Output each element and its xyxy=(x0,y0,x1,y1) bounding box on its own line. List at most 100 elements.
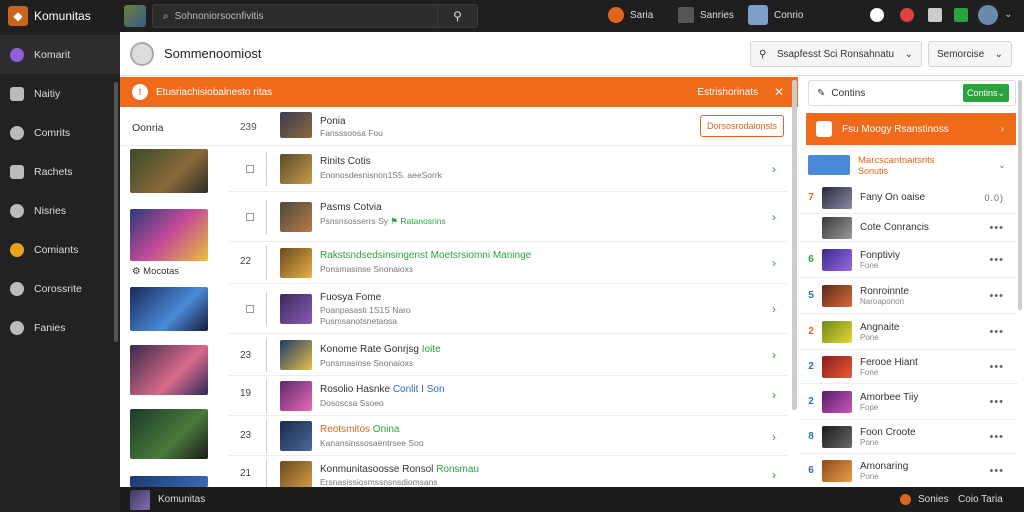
chevron-right-icon[interactable]: › xyxy=(772,162,776,176)
featured-thumb[interactable] xyxy=(130,149,208,193)
more-icon[interactable]: ••• xyxy=(989,465,1004,477)
list-item[interactable]: Pasms Cotvia Psnsnsosserrs Sy ⚑ Ratanosr… xyxy=(228,192,788,242)
edit-icon[interactable]: ✎ xyxy=(817,88,825,99)
game-thumb xyxy=(280,248,312,278)
game-thumb xyxy=(280,202,312,232)
list-item[interactable]: Fuosya Fome Poanpasasti 1S1S Naro Pusmsa… xyxy=(228,284,788,334)
chevron-right-icon[interactable]: › xyxy=(772,256,776,270)
sidebar-item-fanies[interactable]: Fanies xyxy=(0,308,120,347)
ranking-thumb xyxy=(822,248,852,271)
alert-icon[interactable] xyxy=(900,8,914,22)
bottom-link[interactable]: Coio Taria xyxy=(958,494,1003,505)
sidebar-item-naitiy[interactable]: Naitiy xyxy=(0,74,120,113)
featured-card[interactable]: Marcscantnaitsrits Sonutis ⌄ xyxy=(806,150,1016,180)
chevron-right-icon[interactable]: › xyxy=(772,468,776,482)
ranking-item[interactable]: 2 Amorbee Tiiy Fope ••• xyxy=(800,384,1018,420)
ranking-item[interactable]: 7 Fany On oaise 0.0) xyxy=(800,182,1018,214)
list-item[interactable]: 22 Rakstsndsedsinsingenst Moetsrsiomni M… xyxy=(228,242,788,284)
bottom-bar: Komunitas Sonies Coio Taria xyxy=(0,487,1024,512)
bottom-link[interactable]: Sonies xyxy=(918,494,949,505)
row-checkbox[interactable] xyxy=(246,213,254,221)
ranking-number: 2 xyxy=(808,326,814,337)
app-logo[interactable]: ◆ Komunitas xyxy=(0,6,124,26)
ranking-item[interactable]: 6 Amonaring Pone ••• xyxy=(800,454,1018,487)
notification-icon[interactable] xyxy=(870,8,884,22)
row-title: Rinits Cotis xyxy=(320,156,371,167)
ranking-item[interactable]: 2 Ferooe Hiant Fone ••• xyxy=(800,350,1018,384)
featured-thumb[interactable] xyxy=(130,476,208,487)
promo-banner[interactable]: Fsu Moogy Rsanstinoss › xyxy=(806,113,1016,145)
sidebar-item-label: Comrits xyxy=(34,126,71,139)
list-scrollbar[interactable] xyxy=(792,80,797,410)
ranking-thumb xyxy=(822,320,852,343)
more-icon[interactable]: ••• xyxy=(989,290,1004,302)
sort-select[interactable]: ⚲ Ssapfesst Sci Ronsahnatu ⌄ xyxy=(750,41,922,67)
more-icon[interactable]: ••• xyxy=(989,222,1004,234)
row-checkbox[interactable] xyxy=(246,305,254,313)
row-title: Konmunitasoosse Ronsol Ronsmau xyxy=(320,464,479,475)
bottom-title: Komunitas xyxy=(158,494,206,505)
chevron-right-icon[interactable]: › xyxy=(772,302,776,316)
more-icon[interactable]: ••• xyxy=(989,326,1004,338)
list-item[interactable]: Rinits Cotis Enonosdesnisnon1S5. aeeSorr… xyxy=(228,146,788,192)
list-item[interactable]: 21 Konmunitasoosse Ronsol Ronsmau Ersnas… xyxy=(228,456,788,487)
sidebar-item-comrits[interactable]: Comrits xyxy=(0,113,120,152)
sidebar-item-comiants[interactable]: Comiants xyxy=(0,230,120,269)
ranking-item[interactable]: 8 Foon Croote Pone ••• xyxy=(800,420,1018,454)
chevron-right-icon[interactable]: › xyxy=(772,348,776,362)
filter-select[interactable]: Semorcise ⌄ xyxy=(928,41,1012,67)
search-input[interactable]: ⌕ Sohnoniorsocnfivitis ⚲ xyxy=(152,4,478,28)
right-panel-label: Contins xyxy=(831,87,866,99)
more-icon[interactable]: ••• xyxy=(989,396,1004,408)
ranking-item[interactable]: 5 Ronroinnte Naroaponon ••• xyxy=(800,278,1018,314)
sidebar-scrollbar[interactable] xyxy=(114,82,118,342)
badge-icon[interactable] xyxy=(954,8,968,22)
list-item[interactable]: 19 Rosolio Hasnke Conlit I Son Dososcsa … xyxy=(228,376,788,416)
nav-item-label: Saria xyxy=(630,9,654,21)
ranking-item[interactable]: 6 Fonptiviy Fone ••• xyxy=(800,242,1018,278)
row-title-text: Rosolio Hasnke xyxy=(320,384,391,395)
nav-item-label: Sanries xyxy=(700,9,734,21)
more-icon[interactable]: ••• xyxy=(989,361,1004,373)
game-thumb xyxy=(280,421,312,451)
list-item[interactable]: 23 Reotsmitos Onina Kanansinssosaentrsee… xyxy=(228,416,788,456)
search-button[interactable]: ⚲ xyxy=(437,5,477,27)
right-panel-button[interactable]: Contins ⌄ xyxy=(963,84,1009,102)
featured-thumb[interactable] xyxy=(130,209,208,261)
featured-thumb[interactable] xyxy=(130,345,208,395)
chevron-right-icon[interactable]: › xyxy=(772,388,776,402)
list-item[interactable]: 23 Konome Rate Gonrjsg Ioite Ponsmasinse… xyxy=(228,334,788,376)
nav-item-sanries[interactable]: Sanries xyxy=(678,7,734,23)
saria-icon xyxy=(608,7,624,23)
more-icon[interactable]: ••• xyxy=(989,254,1004,266)
row-sub: Ponsmasinse Snonaioxs xyxy=(320,358,414,368)
right-panel-toolbar: ✎ Contins Contins ⌄ xyxy=(808,80,1016,106)
sidebar-item-corossrite[interactable]: Corossrite xyxy=(0,269,120,308)
user-avatar[interactable] xyxy=(978,5,998,25)
list-header-button[interactable]: Dorsosrodaionsts xyxy=(700,115,784,137)
row-title-tag: Ronsmau xyxy=(436,464,479,475)
row-title: Rakstsndsedsinsingenst Moetsrsiomni Mani… xyxy=(320,250,532,261)
nav-item-conrio[interactable]: Conrio xyxy=(748,5,803,25)
more-icon[interactable]: ••• xyxy=(989,431,1004,443)
bottom-avatar[interactable] xyxy=(130,489,150,510)
right-panel-scrollbar[interactable] xyxy=(1018,80,1022,310)
featured-thumb[interactable] xyxy=(130,287,208,331)
gift-icon[interactable] xyxy=(928,8,942,22)
close-icon[interactable]: ✕ xyxy=(774,85,784,99)
chevron-down-icon[interactable]: ⌄ xyxy=(1004,9,1012,20)
game-icon[interactable] xyxy=(124,5,146,27)
notice-banner[interactable]: ! Etusriachisiobalnesto ritas Estrishori… xyxy=(120,77,798,107)
nav-item-saria[interactable]: Saria xyxy=(608,7,653,23)
ranking-item[interactable]: 2 Angnaite Pone ••• xyxy=(800,314,1018,350)
ranking-item[interactable]: Cote Conrancis ••• xyxy=(800,214,1018,242)
banner-link[interactable]: Estrishorinats xyxy=(697,87,758,98)
sidebar-item-rachets[interactable]: Rachets xyxy=(0,152,120,191)
chevron-right-icon[interactable]: › xyxy=(772,430,776,444)
ranking-sub: Fone xyxy=(860,260,879,270)
featured-thumb[interactable] xyxy=(130,409,208,459)
sidebar-item-nisries[interactable]: Nisries xyxy=(0,191,120,230)
sidebar-item-komarit[interactable]: Komarit xyxy=(0,35,120,74)
chevron-right-icon[interactable]: › xyxy=(772,210,776,224)
row-checkbox[interactable] xyxy=(246,165,254,173)
